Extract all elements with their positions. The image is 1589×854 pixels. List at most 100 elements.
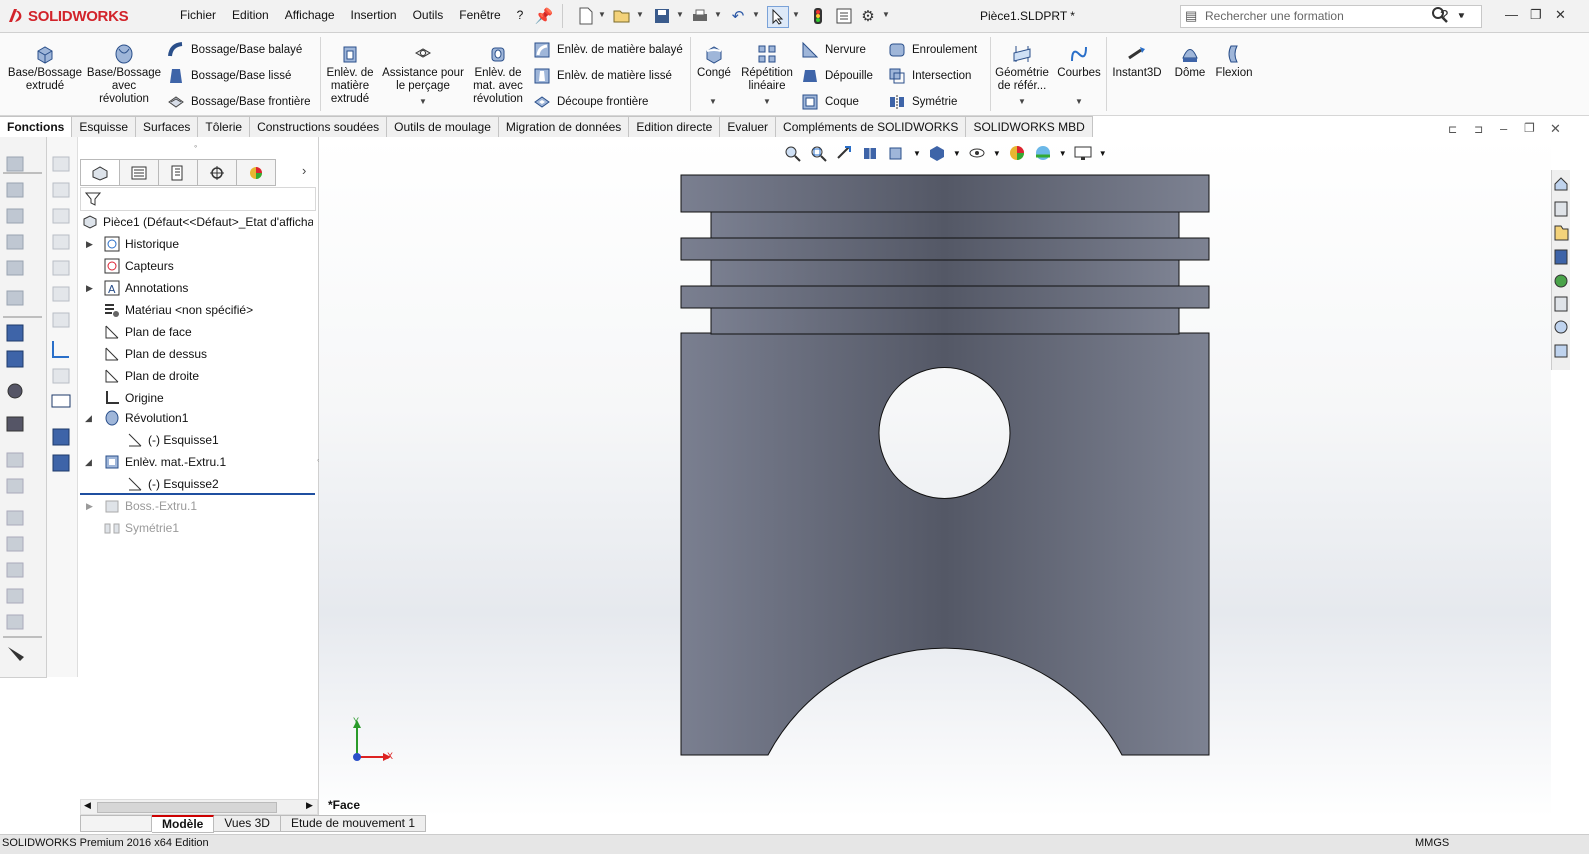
scrollbar-thumb[interactable] (97, 802, 277, 813)
boundary-boss-button[interactable]: Bossage/Base frontière (167, 93, 311, 111)
tab-constructions-soudees[interactable]: Constructions soudées (250, 116, 388, 138)
tree-item-historique[interactable]: Historique (104, 234, 179, 254)
edit-appearance-icon[interactable] (1007, 144, 1027, 162)
chevron-down-icon[interactable]: ▼ (792, 10, 800, 19)
solidworks-logo[interactable]: SOLIDWORKS (6, 5, 129, 27)
menu-insertion[interactable]: Insertion (343, 8, 405, 22)
tab-outils-de-moulage[interactable]: Outils de moulage (387, 116, 499, 138)
tree-root-part[interactable]: Pièce1 (Défaut<<Défaut>_Etat d'affichage (82, 212, 313, 232)
fillet-button[interactable]: Congé (694, 43, 734, 80)
tree-item-origine[interactable]: Origine (104, 388, 164, 408)
chevron-down-icon[interactable]: ▼ (636, 10, 644, 19)
search-box[interactable]: ▤ Rechercher une formation ▼ (1180, 5, 1482, 28)
expand-arrow-icon[interactable]: ▶ (86, 283, 93, 294)
tree-item-materiau[interactable]: Matériau <non spécifié> (104, 300, 253, 320)
file-properties-icon[interactable] (834, 6, 854, 26)
display-style-icon[interactable] (927, 144, 947, 162)
draft-button[interactable]: Dépouille (801, 67, 873, 85)
tab-display-manager[interactable] (236, 159, 276, 186)
menu-fenetre[interactable]: Fenêtre (451, 8, 508, 22)
tree-item-plan-de-face[interactable]: Plan de face (104, 322, 192, 342)
tree-item-annotations[interactable]: A Annotations (104, 278, 188, 298)
tree-horizontal-scrollbar[interactable]: ◀ ▶ (80, 799, 318, 815)
previous-view-icon[interactable] (835, 144, 855, 162)
intersect-button[interactable]: Intersection (888, 67, 971, 85)
tab-migration-de-donnees[interactable]: Migration de données (498, 116, 630, 138)
base-revolve-button[interactable]: Base/Bossage avec révolution (86, 43, 162, 106)
zoom-to-fit-icon[interactable] (783, 144, 803, 162)
pin-icon[interactable]: 📌 (534, 6, 554, 26)
view-settings-icon[interactable] (1073, 144, 1093, 162)
chevron-down-icon[interactable]: ▼ (598, 10, 606, 19)
chevron-down-icon[interactable]: ▼ (913, 149, 921, 158)
zoom-to-area-icon[interactable] (809, 144, 829, 162)
new-document-icon[interactable] (576, 6, 596, 26)
save-icon[interactable] (652, 6, 672, 26)
chevron-down-icon[interactable]: ▼ (752, 10, 760, 19)
panel-left-arrow-icon[interactable]: ⊏ (1448, 123, 1457, 136)
flex-button[interactable]: Flexion (1212, 43, 1256, 80)
curves-button[interactable]: Courbes (1054, 43, 1104, 80)
restore-icon[interactable]: ❐ (1530, 7, 1542, 23)
panel-grip-icon[interactable]: ◦ (194, 141, 197, 151)
rebuild-icon[interactable] (808, 6, 828, 26)
wrap-button[interactable]: Enroulement (888, 41, 977, 59)
reference-geometry-button[interactable]: Géométrie de référ... (993, 43, 1051, 93)
hole-wizard-button[interactable]: Assistance pour le perçage (380, 43, 466, 93)
menu-edition[interactable]: Edition (224, 8, 277, 22)
tab-configuration-manager[interactable] (158, 159, 198, 186)
cut-boundary-button[interactable]: Découpe frontière (533, 93, 648, 111)
tab-dimxpert-manager[interactable] (197, 159, 237, 186)
tab-etude-de-mouvement[interactable]: Etude de mouvement 1 (280, 815, 427, 832)
tab-fonctions[interactable]: Fonctions (0, 116, 73, 138)
tree-item-boss-extru1[interactable]: Boss.-Extru.1 (104, 496, 197, 516)
scroll-right-icon[interactable]: ▶ (306, 800, 313, 811)
tab-evaluer[interactable]: Evaluer (720, 116, 777, 138)
undo-icon[interactable]: ↶ (728, 6, 748, 26)
rib-button[interactable]: Nervure (801, 41, 866, 59)
close-icon[interactable]: ✕ (1555, 7, 1566, 23)
dome-button[interactable]: Dôme (1170, 43, 1210, 80)
chevron-down-icon[interactable]: ▼ (763, 97, 771, 106)
tab-edition-directe[interactable]: Edition directe (629, 116, 721, 138)
viewport-minimize-icon[interactable]: – (1500, 121, 1507, 136)
open-folder-icon[interactable] (612, 6, 632, 26)
select-cursor-icon[interactable] (767, 6, 789, 28)
task-pane-icons[interactable] (1552, 170, 1570, 370)
instant3d-button[interactable]: Instant3D (1110, 43, 1164, 80)
viewport-restore-icon[interactable]: ❐ (1524, 121, 1535, 135)
section-view-icon[interactable] (861, 144, 881, 162)
chevron-down-icon[interactable]: ▼ (1075, 97, 1083, 106)
chevron-down-icon[interactable]: ▼ (709, 97, 717, 106)
expand-arrow-icon[interactable]: ▶ (86, 239, 93, 250)
menu-help[interactable]: ? (509, 8, 532, 22)
chevron-down-icon[interactable]: ▼ (953, 149, 961, 158)
linear-pattern-button[interactable]: Répétition linéaire (737, 43, 797, 93)
minimize-icon[interactable]: — (1505, 7, 1518, 22)
tree-item-plan-de-dessus[interactable]: Plan de dessus (104, 344, 207, 364)
cut-extrude-button[interactable]: Enlèv. de matière extrudé (323, 43, 377, 106)
tree-item-symetrie1[interactable]: Symétrie1 (104, 518, 179, 538)
apply-scene-icon[interactable] (1033, 144, 1053, 162)
menu-affichage[interactable]: Affichage (277, 8, 343, 22)
tree-filter-bar[interactable] (80, 187, 316, 211)
tab-surfaces[interactable]: Surfaces (136, 116, 199, 138)
chevron-down-icon[interactable]: ▼ (1458, 11, 1466, 20)
tree-item-enlev-mat-extru1[interactable]: Enlèv. mat.-Extru.1 (104, 452, 226, 472)
piston-model[interactable] (319, 137, 1551, 817)
tab-tolerie[interactable]: Tôlerie (198, 116, 251, 138)
collapse-arrow-icon[interactable]: ◢ (85, 457, 92, 468)
tab-modele[interactable]: Modèle (152, 815, 215, 833)
tab-feature-tree[interactable] (80, 159, 120, 186)
shell-button[interactable]: Coque (801, 93, 859, 111)
filter-funnel-icon[interactable] (85, 191, 101, 207)
loft-button[interactable]: Bossage/Base lissé (167, 67, 291, 85)
chevron-down-icon[interactable]: ▼ (676, 10, 684, 19)
tree-item-esquisse1[interactable]: (-) Esquisse1 (127, 430, 219, 450)
tab-complements[interactable]: Compléments de SOLIDWORKS (776, 116, 967, 138)
help-icon[interactable]: ? (1440, 7, 1448, 24)
chevron-down-icon[interactable]: ▼ (714, 10, 722, 19)
expand-arrow-icon[interactable]: ▶ (86, 501, 93, 512)
view-orientation-icon[interactable] (887, 144, 907, 162)
chevron-down-icon[interactable]: ▼ (882, 10, 890, 19)
